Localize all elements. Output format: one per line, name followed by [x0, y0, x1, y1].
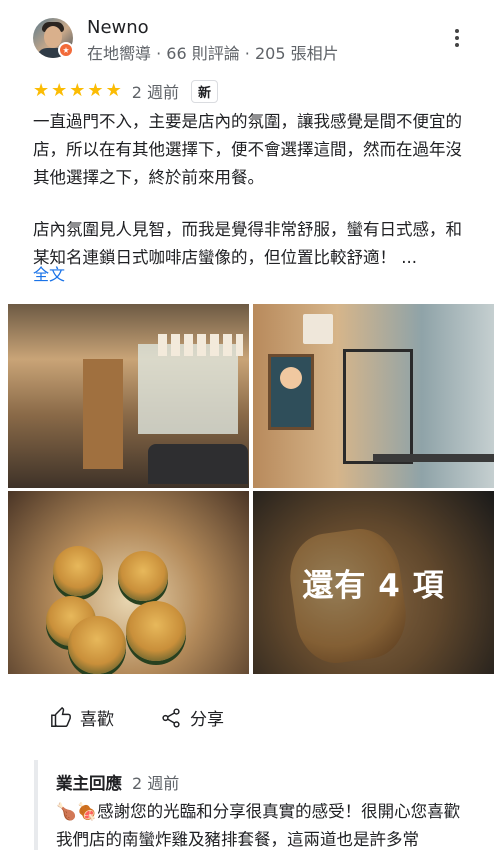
photo-table: [373, 454, 494, 462]
photo-food-piece: [68, 616, 126, 674]
share-button[interactable]: 分享: [160, 705, 224, 730]
owner-reply: 業主回應 2 週前 🍗🍖感謝您的光臨和分享很真實的感受！很開心您喜歡我們店的南蠻…: [34, 760, 494, 850]
review-paragraph-1: 一直過門不入，主要是店內的氛圍，讓我感覺是間不便宜的店，所以在有其他選擇下，便不…: [33, 112, 462, 187]
more-photos-label: 還有 4 項: [302, 568, 445, 604]
more-options-button[interactable]: [445, 26, 469, 50]
photo-zucchini-dish[interactable]: [8, 491, 249, 674]
star-icon: ★: [87, 80, 104, 101]
owner-reply-header: 業主回應 2 週前: [56, 770, 494, 794]
review-paragraph-2: 店內氛圍見人見智，而我是覺得非常舒服，蠻有日式感，和某知名連鎖日式咖啡店蠻像的，…: [33, 220, 462, 267]
owner-reply-text: 🍗🍖感謝您的光臨和分享很真實的感受！很開心您喜歡我們店的南蠻炸雞及豬排套餐，這兩…: [56, 802, 461, 849]
new-badge: 新: [190, 79, 218, 103]
photo-food-piece: [53, 546, 103, 596]
action-bar: 喜歡 分享: [0, 695, 500, 743]
reviewer-name[interactable]: Newno: [87, 17, 149, 38]
more-dot-icon: [455, 43, 459, 47]
photo-food-piece: [118, 551, 168, 601]
photo-grid: 還有 4 項: [8, 304, 494, 674]
full-text-link[interactable]: 全文: [33, 261, 65, 285]
owner-reply-date: 2 週前: [132, 774, 180, 793]
photo-interior-dining[interactable]: [8, 304, 249, 488]
share-label: 分享: [190, 710, 224, 730]
review-date: 2 週前: [131, 83, 179, 102]
star-icon: ★: [105, 80, 122, 101]
star-icon: ★: [51, 80, 68, 101]
star-icon: ★: [33, 80, 50, 101]
more-photos-overlay[interactable]: 還有 4 項: [253, 491, 494, 674]
photo-lanterns: [158, 334, 243, 356]
more-dot-icon: [455, 29, 459, 33]
owner-reply-title: 業主回應: [56, 774, 122, 793]
photo-sofa: [148, 444, 248, 484]
photo-poster: [268, 354, 314, 430]
photo-lamp: [303, 314, 333, 344]
reviewer-meta: 在地嚮導 · 66 則評論 · 205 張相片: [87, 44, 339, 63]
rating-row: ★ ★ ★ ★ ★ 2 週前 新: [33, 79, 218, 103]
star-icon: ★: [69, 80, 86, 101]
like-label: 喜歡: [80, 710, 114, 730]
photo-interior-poster[interactable]: [253, 304, 494, 488]
more-dot-icon: [455, 36, 459, 40]
star-rating: ★ ★ ★ ★ ★: [33, 82, 122, 100]
photo-food-piece: [126, 601, 186, 661]
like-button[interactable]: 喜歡: [50, 705, 114, 730]
photo-shelf: [343, 349, 413, 464]
local-guide-badge-icon: [58, 42, 74, 58]
photo-window: [138, 344, 238, 434]
photo-cutlet-more[interactable]: 還有 4 項: [253, 491, 494, 674]
photo-door: [83, 359, 123, 469]
share-icon: [162, 707, 180, 728]
thumbs-up-icon: [51, 706, 71, 727]
review-header: Newno 在地嚮導 · 66 則評論 · 205 張相片: [0, 0, 500, 75]
review-text: 一直過門不入，主要是店內的氛圍，讓我感覺是間不便宜的店，所以在有其他選擇下，便不…: [33, 108, 473, 272]
